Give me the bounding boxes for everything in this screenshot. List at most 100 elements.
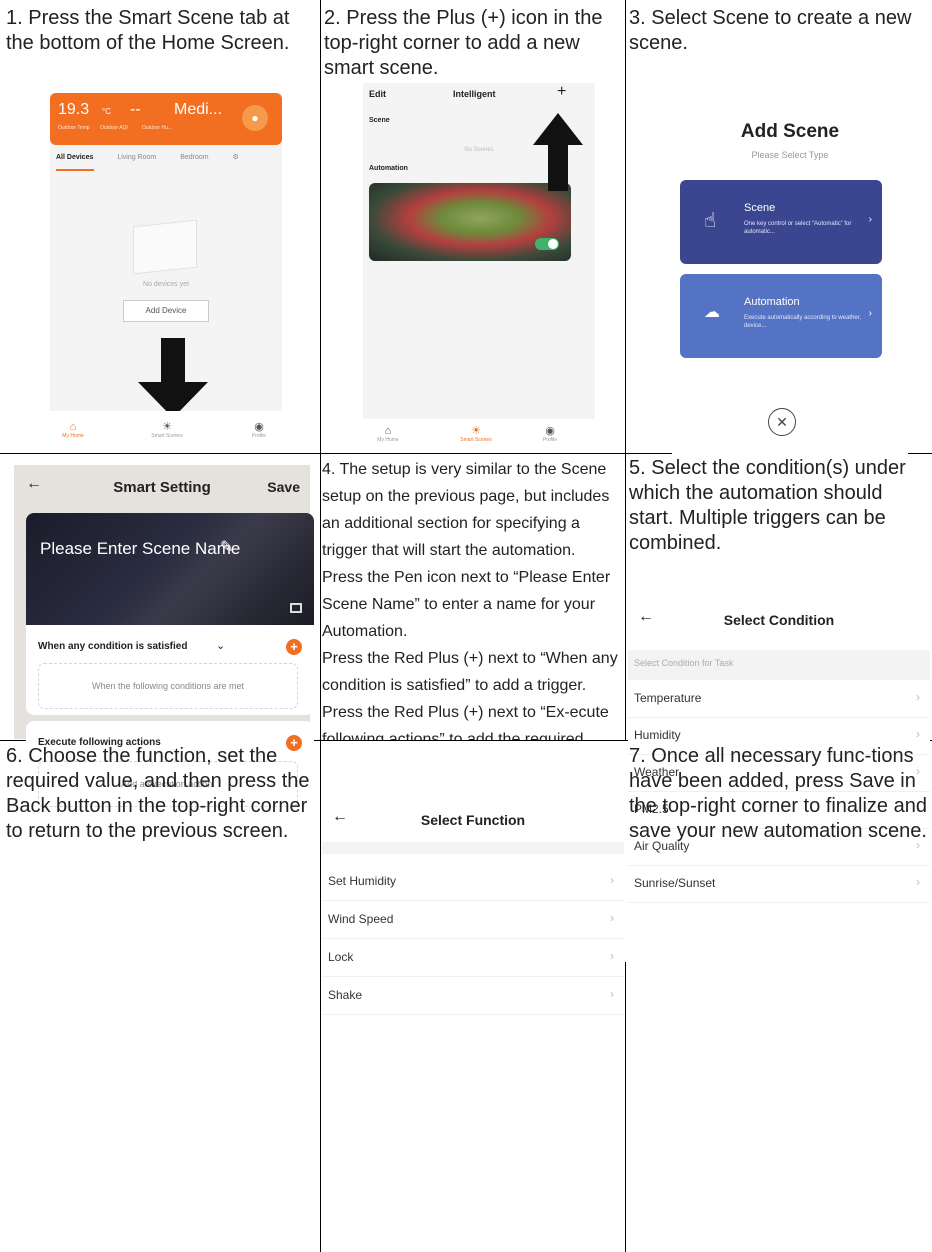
- smart-setting-screen: ← Smart Setting Save Please Enter Scene …: [14, 465, 314, 817]
- scene-option-card[interactable]: ☝ Scene One key control or select “Autom…: [680, 180, 882, 264]
- step-4-para-2: Press the Pen icon next to “Please Enter…: [322, 569, 611, 640]
- function-divider-bar: [322, 842, 624, 854]
- step-2-text-cell: 2. Press the Plus (+) icon in the top-ri…: [324, 6, 622, 86]
- home-icon: ⌂: [69, 421, 77, 433]
- tap-icon: ☝: [704, 210, 717, 232]
- scene-cover-image: Please Enter Scene Name ✎: [26, 513, 314, 625]
- automation-section-label: Automation: [369, 165, 408, 172]
- grid-line: [320, 740, 321, 1252]
- nav-profile-label: Profile: [542, 437, 558, 443]
- chevron-right-icon: ›: [610, 873, 614, 887]
- scene-name-field[interactable]: Please Enter Scene Name: [40, 539, 240, 559]
- tab-living-room[interactable]: Living Room: [117, 154, 156, 161]
- condition-section-bar: Select Condition for Task: [628, 650, 930, 680]
- tab-bedroom[interactable]: Bedroom: [180, 154, 208, 161]
- arrow-up-icon: [533, 113, 583, 191]
- smart-setting-title: Smart Setting: [113, 479, 211, 496]
- function-item-label: Set Humidity: [328, 874, 397, 888]
- add-device-button[interactable]: Add Device: [123, 300, 209, 322]
- function-item-label: Wind Speed: [328, 912, 394, 926]
- outdoor-humidity-value: Medi...: [174, 101, 223, 118]
- outdoor-temp-label: Outdoor Temp: [58, 125, 90, 131]
- sun-icon: ☀: [162, 421, 172, 433]
- condition-placeholder[interactable]: When the following conditions are met: [38, 663, 298, 709]
- automation-option-desc: Execute automatically according to weath…: [744, 315, 862, 329]
- step-4-para-4: Press the Red Plus (+) next to “Ex-ecute…: [322, 704, 609, 740]
- nav-smart-scenes-label: Smart Scenes: [151, 433, 183, 439]
- chevron-right-icon: ›: [610, 949, 614, 963]
- outdoor-aqi-label: Outdoor AQI: [100, 125, 128, 131]
- select-function-title: Select Function: [420, 812, 526, 828]
- intelligent-screen: Edit Intelligent + Scene No Scenes Autom…: [363, 83, 595, 451]
- automation-option-card[interactable]: ☁ Automation Execute automatically accor…: [680, 274, 882, 358]
- chevron-down-icon[interactable]: ⌄: [216, 639, 225, 652]
- nav-my-home[interactable]: ⌂ My Home: [373, 425, 403, 443]
- list-item[interactable]: Wind Speed ›: [322, 902, 624, 939]
- step-6-text-cell: 6. Choose the function, set the required…: [6, 744, 316, 884]
- list-item[interactable]: Lock ›: [322, 940, 624, 977]
- nav-my-home-label: My Home: [377, 437, 399, 443]
- save-button[interactable]: Save: [267, 479, 300, 495]
- grid-line: [625, 962, 626, 1252]
- condition-panel: When any condition is satisfied ⌄ + When…: [26, 625, 314, 715]
- step-5-text: 5. Select the condition(s) under which t…: [629, 457, 906, 554]
- weather-clock-icon: ☁: [704, 304, 720, 321]
- list-item[interactable]: Temperature ›: [628, 681, 930, 718]
- scene-option-desc: One key control or select “Automatic” fo…: [744, 221, 852, 235]
- scene-section-label: Scene: [369, 117, 390, 124]
- select-condition-title: Select Condition: [723, 612, 835, 628]
- select-condition-header: ← Select Condition: [628, 598, 930, 642]
- instruction-table: 1. Press the Smart Scene tab at the bott…: [0, 0, 932, 1252]
- step-3-text-cell: 3. Select Scene to create a new scene.: [629, 6, 929, 86]
- weather-bar: 19.3 °C -- Medi... Outdoor Temp Outdoor …: [50, 93, 282, 145]
- profile-icon: ◉: [254, 421, 264, 433]
- condition-item-label: Humidity: [634, 728, 681, 742]
- home-icon: ⌂: [384, 425, 392, 437]
- automation-toggle[interactable]: [535, 238, 559, 250]
- chevron-right-icon: ›: [868, 308, 872, 319]
- step-5-text-cell: 5. Select the condition(s) under which t…: [629, 456, 929, 586]
- chevron-right-icon: ›: [868, 214, 872, 225]
- intelligent-title: Intelligent: [453, 89, 496, 99]
- nav-profile[interactable]: ◉ Profile: [537, 425, 563, 443]
- nav-smart-scenes[interactable]: ☀ Smart Scenes: [144, 421, 190, 439]
- active-tab-underline: [56, 169, 94, 171]
- nav-profile-label: Profile: [251, 433, 267, 439]
- nav-profile[interactable]: ◉ Profile: [246, 421, 272, 439]
- settings-icon[interactable]: ⚙: [233, 154, 239, 161]
- step-1-text-cell: 1. Press the Smart Scene tab at the bott…: [6, 6, 316, 96]
- plus-icon[interactable]: +: [557, 83, 566, 101]
- outdoor-humidity-label: Outdoor Hu...: [142, 125, 173, 131]
- grid-line: [320, 0, 321, 740]
- step-4-para-1: 4. The setup is very similar to the Scen…: [322, 461, 610, 559]
- nav-my-home-label: My Home: [62, 433, 84, 439]
- close-icon[interactable]: ✕: [768, 408, 796, 436]
- microphone-icon[interactable]: ●: [242, 105, 268, 131]
- condition-section-label: Select Condition for Task: [634, 658, 734, 668]
- step-3-text: 3. Select Scene to create a new scene.: [629, 7, 912, 54]
- home-screen: 19.3 °C -- Medi... Outdoor Temp Outdoor …: [50, 93, 282, 451]
- no-devices-text: No devices yet: [143, 281, 189, 288]
- add-scene-subtitle: Please Select Type: [751, 150, 829, 160]
- chevron-right-icon: ›: [610, 911, 614, 925]
- scene-option-name: Scene: [744, 202, 776, 214]
- add-condition-plus-icon[interactable]: +: [286, 639, 302, 655]
- nav-smart-scenes[interactable]: ☀ Smart Scenes: [453, 425, 499, 443]
- condition-label[interactable]: When any condition is satisfied: [38, 641, 187, 652]
- list-item[interactable]: Set Humidity ›: [322, 864, 624, 901]
- edit-link[interactable]: Edit: [369, 89, 386, 99]
- step-6-text: 6. Choose the function, set the required…: [6, 745, 310, 842]
- image-icon[interactable]: [290, 603, 302, 613]
- nav-my-home[interactable]: ⌂ My Home: [58, 421, 88, 439]
- bottom-nav: ⌂ My Home ☀ Smart Scenes ◉ Profile: [363, 419, 595, 451]
- outdoor-temp-value: 19.3: [58, 101, 90, 118]
- grid-line: [625, 0, 626, 740]
- pen-icon[interactable]: ✎: [220, 537, 233, 557]
- sun-icon: ☀: [471, 425, 481, 437]
- list-item[interactable]: Shake ›: [322, 978, 624, 1015]
- add-scene-screen: Add Scene Please Select Type ☝ Scene One…: [672, 86, 908, 454]
- add-scene-title: Add Scene: [740, 121, 840, 142]
- step-4-para-3: Press the Red Plus (+) next to “When any…: [322, 650, 618, 694]
- tab-all-devices[interactable]: All Devices: [56, 154, 93, 161]
- nav-smart-scenes-label: Smart Scenes: [460, 437, 492, 443]
